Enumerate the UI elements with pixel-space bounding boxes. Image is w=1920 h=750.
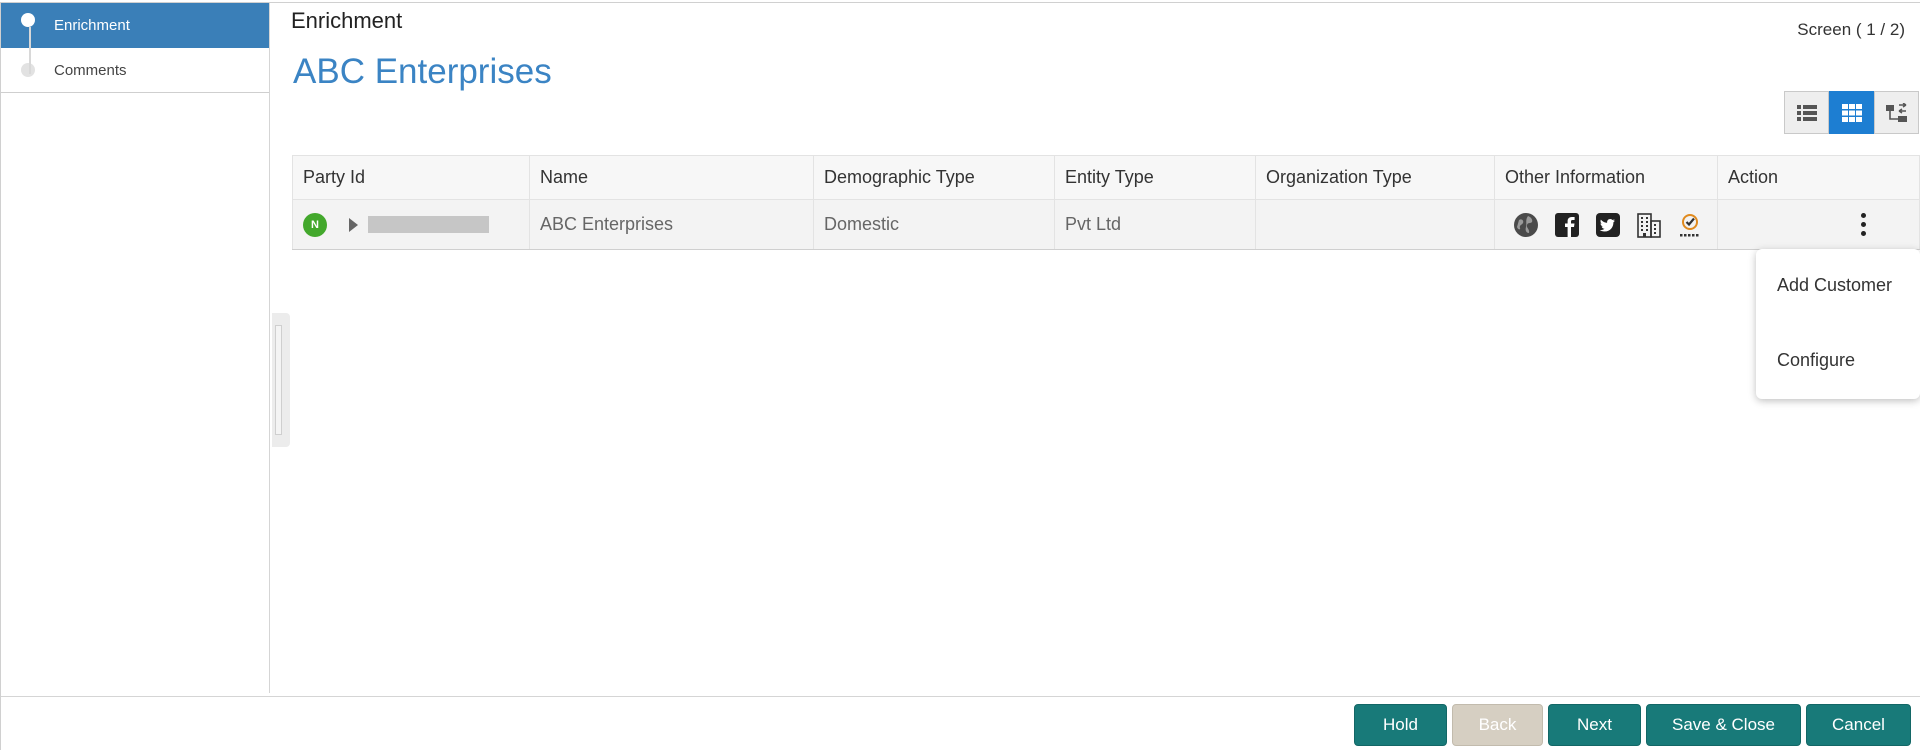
column-header-name: Name [529, 155, 814, 200]
back-button[interactable]: Back [1452, 704, 1543, 746]
party-id-redacted [368, 216, 489, 233]
name-cell: ABC Enterprises [529, 199, 814, 250]
view-toggle-group [1784, 91, 1919, 134]
next-button[interactable]: Next [1548, 704, 1641, 746]
column-header-other-information: Other Information [1494, 155, 1718, 200]
grid-view-button[interactable] [1829, 91, 1874, 134]
section-title: Enrichment [291, 8, 403, 33]
column-header-demographic-type: Demographic Type [813, 155, 1055, 200]
expand-row-icon[interactable] [349, 217, 358, 232]
hold-button[interactable]: Hold [1354, 704, 1447, 746]
column-header-party-id: Party Id [292, 155, 530, 200]
demographic-type-cell: Domestic [813, 199, 1055, 250]
action-dropdown-menu: Add Customer Configure [1756, 249, 1920, 399]
panel-resize-handle[interactable] [272, 313, 290, 447]
sidebar-item-comments[interactable]: Comments [1, 48, 269, 93]
party-id-cell: N [292, 199, 530, 250]
sidebar-item-label: Comments [54, 61, 127, 79]
column-header-entity-type: Entity Type [1054, 155, 1256, 200]
cancel-button[interactable]: Cancel [1806, 704, 1911, 746]
hierarchy-view-icon [1885, 102, 1907, 122]
step-connector [29, 27, 31, 74]
column-header-action: Action [1717, 155, 1920, 200]
menu-item-add-customer[interactable]: Add Customer [1777, 275, 1892, 296]
building-icon[interactable] [1634, 210, 1664, 240]
facebook-icon[interactable] [1552, 210, 1582, 240]
sidebar-item-label: Enrichment [54, 17, 130, 34]
hierarchy-view-button[interactable] [1874, 91, 1919, 134]
party-table: Party Id Name Demographic Type Entity Ty… [292, 155, 1920, 250]
organization-type-cell [1255, 199, 1495, 250]
step-dot-icon [21, 63, 35, 77]
checklist-icon[interactable] [1675, 210, 1705, 240]
column-header-organization-type: Organization Type [1255, 155, 1495, 200]
action-cell [1717, 199, 1920, 250]
new-status-badge: N [303, 212, 327, 237]
list-view-button[interactable] [1784, 91, 1829, 134]
save-close-button[interactable]: Save & Close [1646, 704, 1801, 746]
grid-view-icon [1841, 103, 1862, 122]
page-title: ABC Enterprises [293, 52, 552, 91]
resize-grip [275, 325, 282, 435]
list-view-icon [1796, 104, 1817, 121]
screen-indicator: Screen ( 1 / 2) [1797, 20, 1905, 39]
sidebar-item-enrichment[interactable]: Enrichment [1, 3, 269, 48]
twitter-icon[interactable] [1593, 210, 1623, 240]
table-row[interactable]: N ABC Enterprises Domestic Pvt Ltd [292, 199, 1920, 250]
more-actions-icon[interactable] [1858, 213, 1868, 236]
other-information-cell [1494, 199, 1718, 250]
globe-icon[interactable] [1511, 210, 1541, 240]
entity-type-cell: Pvt Ltd [1054, 199, 1256, 250]
table-header-row: Party Id Name Demographic Type Entity Ty… [292, 155, 1920, 200]
step-dot-icon [21, 13, 35, 27]
sidebar-stepper: Enrichment Comments [1, 3, 270, 693]
menu-item-configure[interactable]: Configure [1777, 350, 1855, 371]
